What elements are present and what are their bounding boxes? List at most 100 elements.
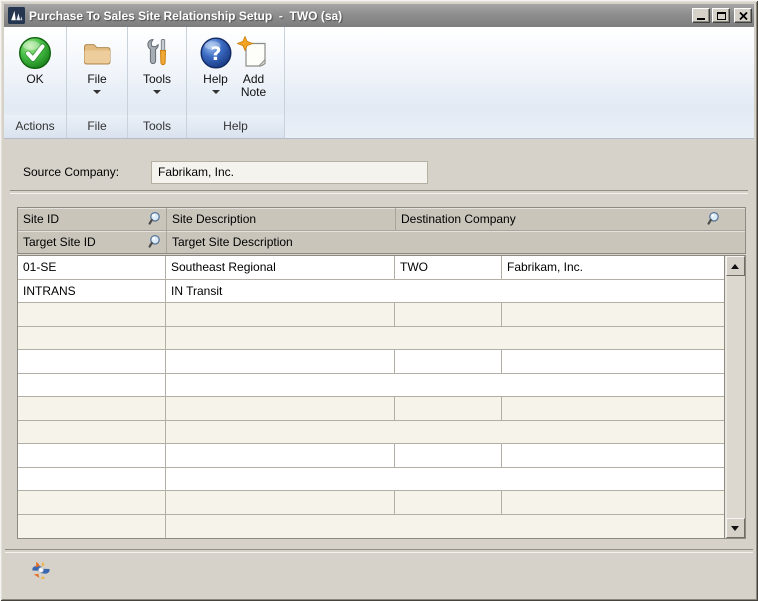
cell-target-site-description[interactable] (166, 327, 724, 350)
cell-target-site-id[interactable]: INTRANS (18, 280, 166, 303)
toolbar-group-tools: Tools Tools (128, 27, 187, 138)
cell-target-site-id[interactable] (18, 374, 166, 397)
help-button-label: Help (203, 73, 228, 86)
arrow-up-icon (731, 264, 739, 269)
cell-destination-company-id[interactable] (395, 350, 502, 373)
titlebar[interactable]: Purchase To Sales Site Relationship Setu… (4, 4, 754, 27)
cell-site-description[interactable] (166, 491, 395, 514)
cell-site-description[interactable] (166, 350, 395, 373)
cell-site-description[interactable]: Southeast Regional (166, 256, 395, 279)
grid-header-row-2: Target Site ID Target Site Description (18, 231, 745, 253)
site-id-lookup-icon[interactable] (148, 211, 164, 227)
cell-site-description[interactable] (166, 444, 395, 467)
cell-destination-company-name[interactable] (502, 350, 724, 373)
minimize-button[interactable] (692, 8, 710, 23)
window: Purchase To Sales Site Relationship Setu… (0, 0, 758, 601)
minimize-icon (697, 18, 705, 20)
destination-company-lookup-icon[interactable] (707, 211, 723, 227)
cell-destination-company-name[interactable]: Fabrikam, Inc. (502, 256, 724, 279)
cell-destination-company-id[interactable] (395, 444, 502, 467)
toolbar-group-help: ? Help Add Note Help (187, 27, 285, 138)
cell-target-site-description[interactable] (166, 468, 724, 491)
chevron-down-icon (153, 90, 161, 94)
header-site-id: Site ID (18, 208, 167, 230)
tools-button-label: Tools (143, 73, 171, 86)
grid-row-target: INTRANS IN Transit (18, 280, 724, 304)
tools-button[interactable]: Tools (140, 27, 174, 115)
grid-row-target (18, 327, 724, 351)
divider (10, 190, 748, 194)
cell-target-site-description[interactable]: IN Transit (166, 280, 724, 303)
close-icon (739, 12, 748, 20)
cell-destination-company-name[interactable] (502, 491, 724, 514)
vertical-scrollbar[interactable] (724, 256, 745, 538)
help-question-icon: ? (199, 36, 233, 70)
cell-destination-company-id[interactable] (395, 491, 502, 514)
cell-destination-company-id[interactable] (395, 303, 502, 326)
chevron-down-icon (93, 90, 101, 94)
ok-check-icon (18, 36, 52, 70)
ok-button[interactable]: OK (18, 27, 52, 115)
toolbar-filler (285, 27, 754, 138)
cell-destination-company-id[interactable] (395, 397, 502, 420)
chevron-down-icon (212, 90, 220, 94)
source-company-label: Source Company: (23, 165, 119, 179)
grid-row-site (18, 491, 724, 515)
help-button[interactable]: ? Help (199, 27, 233, 115)
toolbar-group-label-tools: Tools (128, 115, 186, 138)
cell-target-site-description[interactable] (166, 374, 724, 397)
scroll-up-button[interactable] (726, 256, 745, 276)
add-note-icon (237, 36, 271, 70)
maximize-button[interactable] (712, 8, 730, 23)
toolbar-group-label-file: File (67, 115, 127, 138)
file-button[interactable]: File (80, 27, 114, 115)
cell-target-site-id[interactable] (18, 327, 166, 350)
cell-target-site-id[interactable] (18, 468, 166, 491)
maximize-icon (717, 12, 726, 20)
grid-rows: 01-SE Southeast Regional TWO Fabrikam, I… (18, 256, 724, 538)
cell-site-description[interactable] (166, 303, 395, 326)
cell-target-site-id[interactable] (18, 421, 166, 444)
toolbar-group-actions: OK Actions (4, 27, 67, 138)
grid-row-site (18, 397, 724, 421)
grid-row-site (18, 303, 724, 327)
cell-target-site-description[interactable] (166, 515, 724, 539)
header-target-site-description: Target Site Description (167, 231, 745, 253)
arrow-down-icon (731, 526, 739, 531)
cell-site-id[interactable] (18, 303, 166, 326)
cell-site-id[interactable] (18, 491, 166, 514)
cell-site-id[interactable] (18, 350, 166, 373)
grid-row-target (18, 421, 724, 445)
grid-row-site (18, 444, 724, 468)
grid-body: 01-SE Southeast Regional TWO Fabrikam, I… (17, 255, 746, 539)
dynamics-gp-logo-icon (8, 7, 25, 24)
close-button[interactable] (734, 8, 752, 23)
add-note-button[interactable]: Add Note (235, 27, 273, 115)
cell-site-id[interactable]: 01-SE (18, 256, 166, 279)
header-destination-company-label: Destination Company (401, 212, 516, 226)
header-site-description: Site Description (167, 208, 396, 230)
source-company-field: Fabrikam, Inc. (151, 161, 428, 184)
cell-destination-company-name[interactable] (502, 444, 724, 467)
cell-site-id[interactable] (18, 444, 166, 467)
add-note-button-label: Add Note (235, 73, 273, 99)
grid-row-target (18, 468, 724, 492)
ok-button-label: OK (26, 73, 43, 86)
header-target-site-id-label: Target Site ID (23, 235, 96, 249)
cell-site-description[interactable] (166, 397, 395, 420)
cell-target-site-id[interactable] (18, 515, 166, 539)
header-site-id-label: Site ID (23, 212, 59, 226)
cell-destination-company-name[interactable] (502, 303, 724, 326)
grid-row-target (18, 374, 724, 398)
toolbar-group-label-actions: Actions (4, 115, 66, 138)
cell-site-id[interactable] (18, 397, 166, 420)
grid-row-site: 01-SE Southeast Regional TWO Fabrikam, I… (18, 256, 724, 280)
cell-destination-company-id[interactable]: TWO (395, 256, 502, 279)
cell-destination-company-name[interactable] (502, 397, 724, 420)
grid-header: Site ID Site Description Destination Com… (17, 207, 746, 254)
cell-target-site-description[interactable] (166, 421, 724, 444)
header-destination-company: Destination Company (396, 208, 745, 230)
scroll-down-button[interactable] (726, 518, 745, 538)
target-site-id-lookup-icon[interactable] (148, 234, 164, 250)
divider (5, 549, 753, 553)
